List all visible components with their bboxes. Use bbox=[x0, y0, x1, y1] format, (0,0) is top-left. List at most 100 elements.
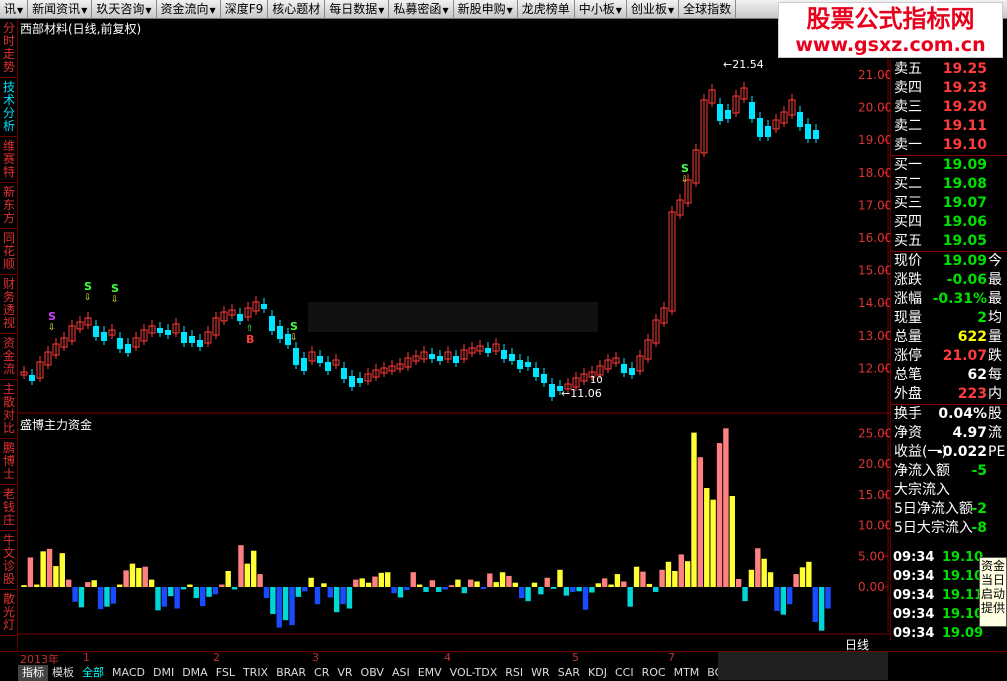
indicator-tab[interactable]: WR bbox=[527, 665, 554, 681]
fund-flow-bar bbox=[704, 487, 710, 587]
indicator-tab[interactable]: SAR bbox=[554, 665, 584, 681]
fund-flow-bar bbox=[91, 580, 97, 587]
sub-y-tick-label: 0.00 bbox=[858, 580, 885, 594]
indicator-tab[interactable]: VR bbox=[333, 665, 356, 681]
indicator-tab[interactable]: DMA bbox=[178, 665, 212, 681]
indicator-tab[interactable]: 模板 bbox=[48, 665, 78, 681]
period-label[interactable]: 日线 bbox=[845, 636, 869, 653]
indicator-tab[interactable]: DMI bbox=[149, 665, 178, 681]
price-chart-canvas[interactable]: 21.0020.0019.0018.0017.0016.0015.0014.00… bbox=[0, 0, 1007, 681]
fund-flow-bar bbox=[174, 587, 180, 609]
sell-signal-label: S bbox=[111, 282, 119, 295]
fund-flow-bar bbox=[219, 584, 225, 587]
y-tick-label: 21.00 bbox=[858, 68, 892, 82]
candle-body bbox=[621, 364, 627, 373]
fund-flow-bar bbox=[735, 579, 742, 587]
stat-row: 5日净流入额 -2 bbox=[891, 500, 1007, 519]
fund-flow-bar bbox=[244, 563, 251, 587]
candle-body bbox=[181, 332, 187, 343]
quote-label: 卖二 bbox=[894, 118, 922, 134]
fund-flow-bar bbox=[238, 545, 244, 587]
fund-flow-bar bbox=[212, 587, 219, 595]
candle-body bbox=[117, 338, 123, 349]
indicator-tab[interactable]: CR bbox=[310, 665, 333, 681]
quote-label: 卖四 bbox=[894, 80, 922, 96]
bid-row: 买一 19.09 bbox=[891, 156, 1007, 175]
fund-flow-bar bbox=[161, 587, 168, 607]
date-label: 1 bbox=[83, 651, 90, 664]
fund-flow-bar bbox=[818, 587, 825, 631]
fund-flow-bar bbox=[378, 572, 385, 587]
fund-flow-bar bbox=[257, 574, 263, 587]
indicator-tab[interactable]: FSL bbox=[212, 665, 239, 681]
fund-flow-bar bbox=[742, 587, 748, 602]
fund-flow-bar bbox=[321, 583, 327, 587]
quote-extra-label: 股 bbox=[988, 406, 1002, 422]
quote-label: 买五 bbox=[894, 233, 922, 249]
indicator-tab[interactable]: VOL-TDX bbox=[446, 665, 502, 681]
date-label: 4 bbox=[444, 651, 451, 664]
overlay-box bbox=[308, 302, 598, 332]
indicator-tab[interactable]: EMV bbox=[414, 665, 446, 681]
candle-body bbox=[165, 330, 171, 335]
fund-flow-bar bbox=[225, 571, 231, 587]
fund-flow-bar bbox=[659, 569, 665, 587]
tick-price: 19.10 bbox=[942, 569, 984, 584]
quote-label: 买二 bbox=[894, 176, 922, 192]
indicator-tab[interactable]: ROC bbox=[638, 665, 670, 681]
low-price-label: ←11.06 bbox=[561, 387, 602, 400]
fund-flow-bar bbox=[474, 581, 480, 587]
quote-label: 大宗流入 bbox=[894, 482, 950, 498]
quote-value: 19.23 bbox=[942, 80, 987, 96]
indicator-tab[interactable]: TRIX bbox=[239, 665, 272, 681]
fund-flow-bar bbox=[97, 587, 104, 610]
fund-flow-bar bbox=[576, 587, 582, 592]
quote-label: 卖一 bbox=[894, 137, 922, 153]
tick-time: 09:34 bbox=[893, 607, 935, 622]
quote-value: 19.09 bbox=[942, 157, 987, 173]
quote-value: 622 bbox=[957, 329, 987, 345]
sub-y-tick-label: 20.00 bbox=[858, 457, 892, 471]
indicator-tab[interactable]: KDJ bbox=[584, 665, 611, 681]
bid-row: 买五 19.05 bbox=[891, 232, 1007, 251]
indicator-tab[interactable]: 指标 bbox=[18, 665, 48, 681]
indicator-tab[interactable]: CCI bbox=[611, 665, 638, 681]
quote-label: 涨停 bbox=[894, 348, 922, 364]
fund-flow-bar bbox=[142, 566, 148, 587]
tooltip-popup: 资金 当日 启动 提供 bbox=[979, 557, 1007, 627]
indicator-tab[interactable]: MACD bbox=[108, 665, 149, 681]
candle-body bbox=[485, 348, 491, 353]
indicator-tab[interactable]: 全部 bbox=[78, 665, 108, 681]
sell-signal-label: S bbox=[84, 280, 92, 293]
fund-flow-bar bbox=[314, 587, 321, 605]
stat-row: 收益(一) -0.022 PE bbox=[891, 443, 1007, 462]
quote-label: 5日净流入额 bbox=[894, 501, 973, 517]
fund-flow-bar bbox=[448, 585, 455, 587]
signal-count-label: 10 bbox=[590, 375, 603, 386]
ask-row: 卖五 19.25 bbox=[891, 60, 1007, 79]
indicator-tab[interactable]: OBV bbox=[357, 665, 388, 681]
candle-body bbox=[125, 344, 131, 353]
fund-flow-bar bbox=[614, 574, 621, 587]
fund-flow-bar bbox=[467, 579, 474, 587]
fund-flow-bar bbox=[589, 587, 595, 593]
bid-row: 买二 19.08 bbox=[891, 175, 1007, 194]
quote-value: 19.20 bbox=[942, 99, 987, 115]
signal-arrow-icon: ⇩ bbox=[111, 295, 119, 305]
quote-value: 4.97 bbox=[952, 425, 987, 441]
fund-flow-bar bbox=[327, 587, 333, 598]
quote-extra-label: 均 bbox=[988, 310, 1002, 326]
indicator-tab[interactable]: MTM bbox=[670, 665, 704, 681]
candle-body bbox=[293, 348, 299, 365]
fund-flow-bar bbox=[372, 576, 378, 587]
fund-flow-bar bbox=[691, 432, 697, 587]
indicator-tab[interactable]: BRAR bbox=[272, 665, 310, 681]
stat-row: 5日大宗流入 -8 bbox=[891, 519, 1007, 538]
fund-flow-bar bbox=[263, 587, 270, 599]
fund-flow-bar bbox=[251, 550, 257, 587]
quote-value: -2 bbox=[971, 501, 987, 517]
indicator-tab-bar: 指标 模板 全部 MACD DMI DMA FSL TRIX BRAR CR VR OBV ASI EMV… bbox=[18, 665, 807, 681]
indicator-tab[interactable]: RSI bbox=[501, 665, 527, 681]
fund-flow-bar bbox=[461, 587, 467, 594]
indicator-tab[interactable]: ASI bbox=[388, 665, 414, 681]
